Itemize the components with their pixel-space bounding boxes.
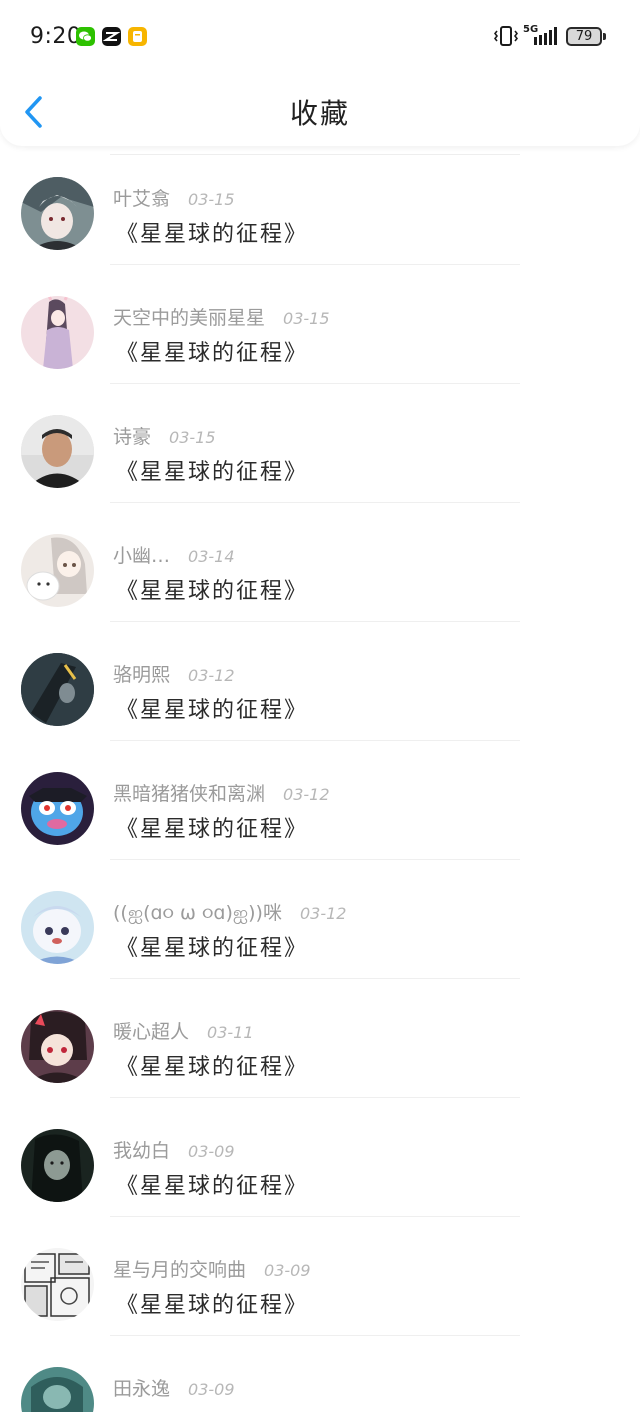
battery-tip	[603, 33, 606, 40]
user-name[interactable]: 黑暗猪猪侠和离渊	[113, 783, 265, 805]
avatar[interactable]	[21, 1010, 94, 1083]
status-bar: 9:20 5G 79	[0, 0, 640, 76]
user-name[interactable]: 诗豪	[113, 426, 151, 448]
wechat-icon	[76, 27, 95, 46]
item-title[interactable]: 《星星球的征程》	[116, 454, 308, 486]
avatar[interactable]	[21, 415, 94, 488]
battery-icon: 79	[566, 27, 602, 46]
avatar[interactable]	[21, 296, 94, 369]
avatar[interactable]	[21, 177, 94, 250]
list-item[interactable]: 星与月的交响曲 03-09 《星星球的征程》	[0, 1217, 640, 1336]
item-date: 03-15	[188, 190, 235, 209]
capcut-icon	[102, 27, 121, 46]
item-meta: 诗豪 03-15	[113, 422, 216, 449]
user-name[interactable]: 田永逸	[113, 1378, 170, 1400]
user-name[interactable]: 星与月的交响曲	[113, 1259, 246, 1281]
item-title[interactable]: 《星星球的征程》	[116, 692, 308, 724]
avatar[interactable]	[21, 534, 94, 607]
top-card: 9:20 5G 79 收藏	[0, 0, 640, 146]
item-title[interactable]: 《星星球的征程》	[116, 930, 308, 962]
item-title[interactable]: 《星星球的征程》	[116, 216, 308, 248]
item-date: 03-09	[188, 1380, 235, 1399]
item-meta: 我幼白 03-09	[113, 1136, 235, 1163]
item-title[interactable]: 《星星球的征程》	[116, 573, 308, 605]
user-name[interactable]: 天空中的美丽星星	[113, 307, 265, 329]
item-meta: 天空中的美丽星星 03-15	[113, 303, 330, 330]
list-item[interactable]: 小幽… 03-14 《星星球的征程》	[0, 503, 640, 622]
item-meta: 星与月的交响曲 03-09	[113, 1255, 311, 1282]
item-date: 03-12	[299, 904, 347, 923]
list-item[interactable]: 暖心超人 03-11 《星星球的征程》	[0, 979, 640, 1098]
avatar[interactable]	[21, 1367, 94, 1412]
item-meta: 骆明熙 03-12	[113, 660, 235, 687]
vibrate-icon	[493, 25, 519, 51]
item-date: 03-09	[188, 1142, 235, 1161]
favorites-screen: 9:20 5G 79 收藏 叶艾翕 03-15 《星星球的征程》 天空中的美丽星…	[0, 0, 640, 1412]
item-date: 03-09	[264, 1261, 311, 1280]
notes-app-icon	[128, 27, 147, 46]
list-item[interactable]: 我幼白 03-09 《星星球的征程》	[0, 1098, 640, 1217]
page-title: 收藏	[289, 97, 350, 130]
status-time: 9:20	[30, 24, 82, 49]
user-name[interactable]: 暖心超人	[113, 1021, 189, 1043]
list-item[interactable]: 天空中的美丽星星 03-15 《星星球的征程》	[0, 265, 640, 384]
item-meta: 叶艾翕 03-15	[113, 184, 235, 211]
item-date: 03-12	[188, 666, 235, 685]
user-name[interactable]: 小幽…	[113, 545, 170, 567]
favorites-list[interactable]: 叶艾翕 03-15 《星星球的征程》 天空中的美丽星星 03-15 《星星球的征程》	[0, 146, 640, 1412]
item-date: 03-15	[283, 309, 330, 328]
item-meta: 小幽… 03-14	[113, 541, 235, 568]
item-meta: 黑暗猪猪侠和离渊 03-12	[113, 779, 330, 806]
list-item[interactable]: 黑暗猪猪侠和离渊 03-12 《星星球的征程》	[0, 741, 640, 860]
item-date: 03-12	[283, 785, 330, 804]
item-title[interactable]: 《星星球的征程》	[116, 1287, 308, 1319]
avatar[interactable]	[21, 653, 94, 726]
item-title[interactable]: 《星星球的征程》	[116, 335, 308, 367]
user-name[interactable]: 骆明熙	[113, 664, 170, 686]
header: 收藏	[0, 76, 640, 146]
item-title[interactable]: 《星星球的征程》	[116, 1049, 308, 1081]
item-title[interactable]: 《星星球的征程》	[116, 811, 308, 843]
avatar[interactable]	[21, 1248, 94, 1321]
list-item[interactable]: ((ஐ(ɑ૦ ω ૦ɑ)ஐ))咪 03-12 《星星球的征程》	[0, 860, 640, 979]
avatar[interactable]	[21, 772, 94, 845]
item-date: 03-14	[188, 547, 235, 566]
item-title[interactable]: 《星星球的征程》	[116, 1168, 308, 1200]
item-meta: ((ஐ(ɑ૦ ω ૦ɑ)ஐ))咪 03-12	[113, 898, 346, 927]
list-item[interactable]: 骆明熙 03-12 《星星球的征程》	[0, 622, 640, 741]
signal-bars-icon	[534, 27, 560, 51]
avatar[interactable]	[21, 1129, 94, 1202]
item-meta: 田永逸 03-09	[113, 1374, 235, 1401]
list-item[interactable]: 叶艾翕 03-15 《星星球的征程》	[0, 146, 640, 265]
item-date: 03-11	[207, 1023, 254, 1042]
item-meta: 暖心超人 03-11	[113, 1017, 254, 1044]
user-name[interactable]: 叶艾翕	[113, 188, 170, 210]
list-item[interactable]: 田永逸 03-09	[0, 1336, 640, 1412]
list-item[interactable]: 诗豪 03-15 《星星球的征程》	[0, 384, 640, 503]
user-name[interactable]: 我幼白	[113, 1140, 170, 1162]
avatar[interactable]	[21, 891, 94, 964]
item-date: 03-15	[169, 428, 216, 447]
user-name[interactable]: ((ஐ(ɑ૦ ω ૦ɑ)ஐ))咪	[113, 902, 282, 924]
